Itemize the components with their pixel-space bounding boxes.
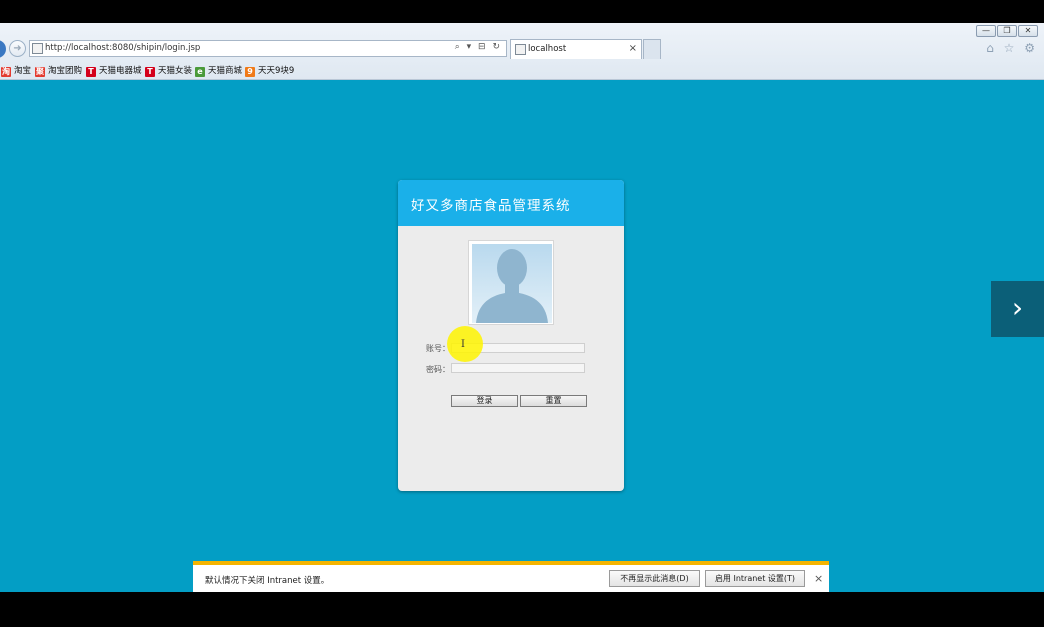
chevron-right-icon[interactable]: › [991, 281, 1044, 337]
address-tools-icon[interactable]: ⌕ ▾ ⊟ ↻ [455, 42, 502, 52]
system-title: 好又多商店食品管理系统 [411, 198, 571, 214]
favorite-item[interactable]: e 天猫商城 [195, 64, 242, 77]
browser-chrome: — ❐ ✕ ➜ http://localhost:8080/shipin/log… [0, 23, 1044, 80]
favorite-item[interactable]: T 天猫电器城 [86, 64, 142, 77]
favorite-icon: T [86, 67, 96, 77]
favorite-item[interactable]: 聚淘宝团购 [35, 64, 82, 77]
avatar [468, 240, 554, 325]
favorite-icon: T [145, 67, 155, 77]
restore-button[interactable]: ❐ [997, 25, 1017, 37]
close-icon[interactable]: × [814, 572, 823, 585]
address-bar[interactable]: http://localhost:8080/shipin/login.jsp ⌕… [29, 40, 507, 57]
new-tab-button[interactable] [643, 39, 661, 59]
navigation-row: ➜ http://localhost:8080/shipin/login.jsp… [0, 39, 1044, 59]
tab-title: localhost [528, 44, 567, 54]
text-cursor-icon: I [461, 339, 465, 350]
favorite-icon: e [195, 67, 205, 77]
user-silhouette-icon [472, 244, 552, 323]
minimize-button[interactable]: — [976, 25, 996, 37]
page-content: 好又多商店食品管理系统 账号： 密码： 登录 重置 › [0, 80, 1044, 592]
cursor-highlight [447, 326, 483, 362]
favorite-icon: 淘 [1, 67, 11, 77]
enable-intranet-button[interactable]: 启用 Intranet 设置(T) [705, 570, 805, 587]
favorites-bar: 淘淘宝 聚淘宝团购 T 天猫电器城 T 天猫女装 e 天猫商城 9 天天9块9 [0, 63, 1044, 79]
login-panel: 好又多商店食品管理系统 账号： 密码： 登录 重置 [398, 180, 624, 491]
favorite-icon: 聚 [35, 67, 45, 77]
url-text: http://localhost:8080/shipin/login.jsp [45, 43, 201, 53]
home-favorites-tools-icons[interactable]: ⌂ ☆ ⚙ [986, 41, 1038, 55]
password-input[interactable] [451, 363, 585, 373]
page-favicon-icon [32, 43, 43, 54]
favorite-item[interactable]: 9 天天9块9 [245, 64, 294, 77]
dont-show-again-button[interactable]: 不再显示此消息(D) [609, 570, 700, 587]
favorite-icon: 9 [245, 67, 255, 77]
favorite-item[interactable]: T 天猫女装 [145, 64, 192, 77]
notification-bar: 默认情况下关闭 Intranet 设置。 不再显示此消息(D) 启用 Intra… [193, 561, 829, 592]
login-header: 好又多商店食品管理系统 [398, 180, 624, 226]
back-button[interactable] [0, 40, 6, 58]
favorite-item[interactable]: 淘淘宝 [1, 64, 31, 77]
reset-button[interactable]: 重置 [520, 395, 587, 407]
tab-favicon-icon [515, 44, 526, 55]
close-window-button[interactable]: ✕ [1018, 25, 1038, 37]
forward-button[interactable]: ➜ [9, 40, 26, 57]
login-button[interactable]: 登录 [451, 395, 518, 407]
tab-localhost[interactable]: localhost × [510, 39, 642, 59]
password-label: 密码： [426, 365, 450, 374]
tab-close-icon[interactable]: × [629, 43, 637, 54]
notification-message: 默认情况下关闭 Intranet 设置。 [205, 576, 330, 586]
screen: — ❐ ✕ ➜ http://localhost:8080/shipin/log… [0, 0, 1044, 627]
